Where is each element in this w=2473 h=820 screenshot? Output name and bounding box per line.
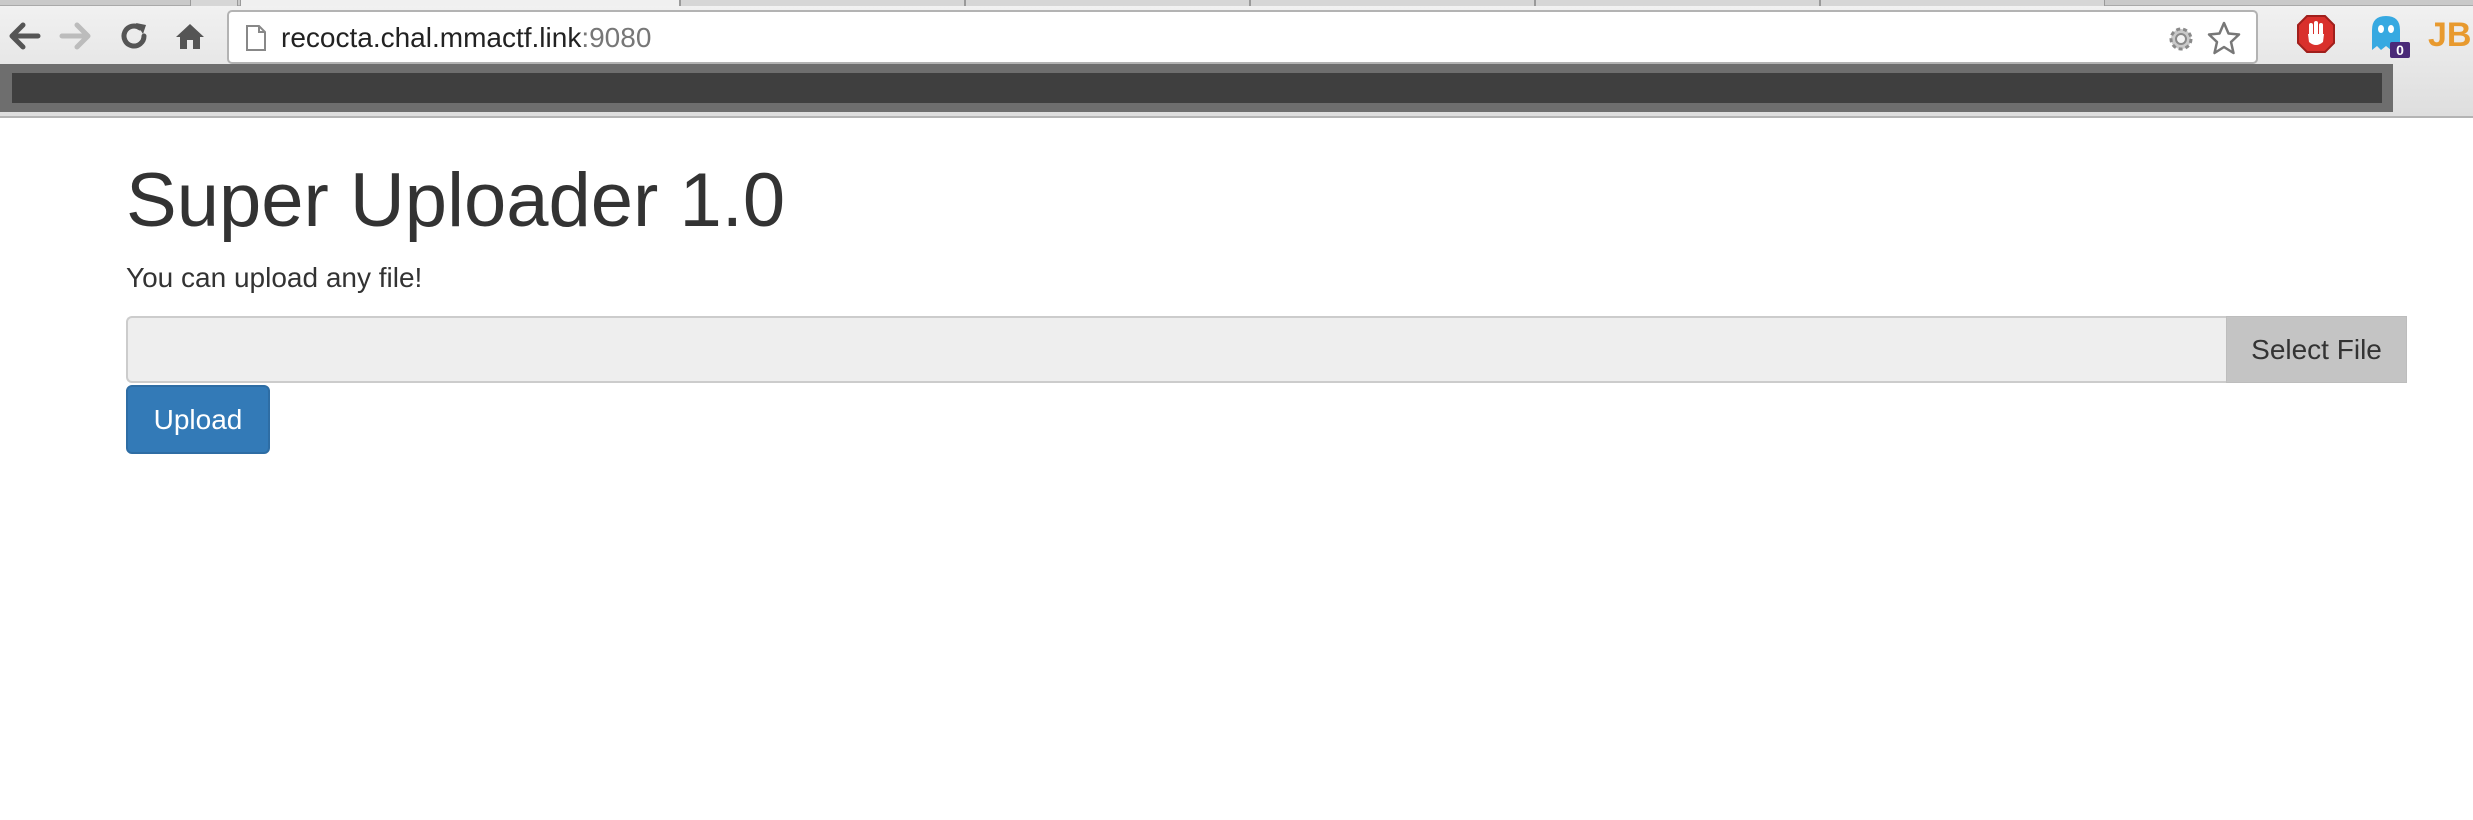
bookmarks-bar	[0, 64, 2393, 112]
bookmark-star-icon[interactable]	[2206, 20, 2242, 61]
address-bar[interactable]: recocta.chal.mmactf.link:9080	[227, 10, 2258, 64]
select-file-button[interactable]: Select File	[2226, 316, 2407, 383]
url-host: recocta.chal.mmactf.link	[281, 22, 582, 53]
bookmarks-bar-track	[12, 73, 2382, 103]
forward-arrow-icon	[59, 21, 93, 56]
tab-active[interactable]	[240, 0, 680, 6]
url-text[interactable]: recocta.chal.mmactf.link:9080	[281, 22, 651, 54]
adblock-hand-icon[interactable]	[2294, 12, 2342, 60]
file-path-field[interactable]	[126, 316, 2226, 383]
reload-icon	[118, 20, 150, 57]
home-icon	[174, 21, 206, 56]
url-port: :9080	[581, 22, 652, 53]
tab-strip	[0, 0, 2473, 6]
jetbrains-icon-text: JB	[2428, 16, 2471, 54]
tab[interactable]	[965, 0, 1250, 6]
reload-button[interactable]	[110, 14, 158, 62]
tab[interactable]	[1820, 0, 2105, 6]
page-content: Super Uploader 1.0 You can upload any fi…	[0, 120, 2473, 820]
tab[interactable]	[1250, 0, 1535, 6]
jetbrains-icon[interactable]: JB	[2426, 12, 2473, 60]
forward-button[interactable]	[52, 14, 100, 62]
browser-toolbar: recocta.chal.mmactf.link:9080 0 JB	[0, 0, 2473, 118]
ghostery-icon[interactable]: 0	[2364, 12, 2412, 60]
file-input-group: Select File	[126, 316, 2407, 383]
back-arrow-icon	[7, 21, 41, 56]
back-button[interactable]	[0, 14, 48, 62]
page-subtitle: You can upload any file!	[126, 262, 423, 293]
tab[interactable]	[190, 0, 238, 6]
ghostery-badge: 0	[2396, 42, 2404, 58]
page-icon	[245, 24, 267, 57]
upload-button[interactable]: Upload	[126, 385, 270, 454]
tab[interactable]	[680, 0, 965, 6]
home-button[interactable]	[166, 14, 214, 62]
page-title: Super Uploader 1.0	[126, 158, 786, 243]
tab[interactable]	[1535, 0, 1820, 6]
gear-icon[interactable]	[2164, 22, 2198, 61]
